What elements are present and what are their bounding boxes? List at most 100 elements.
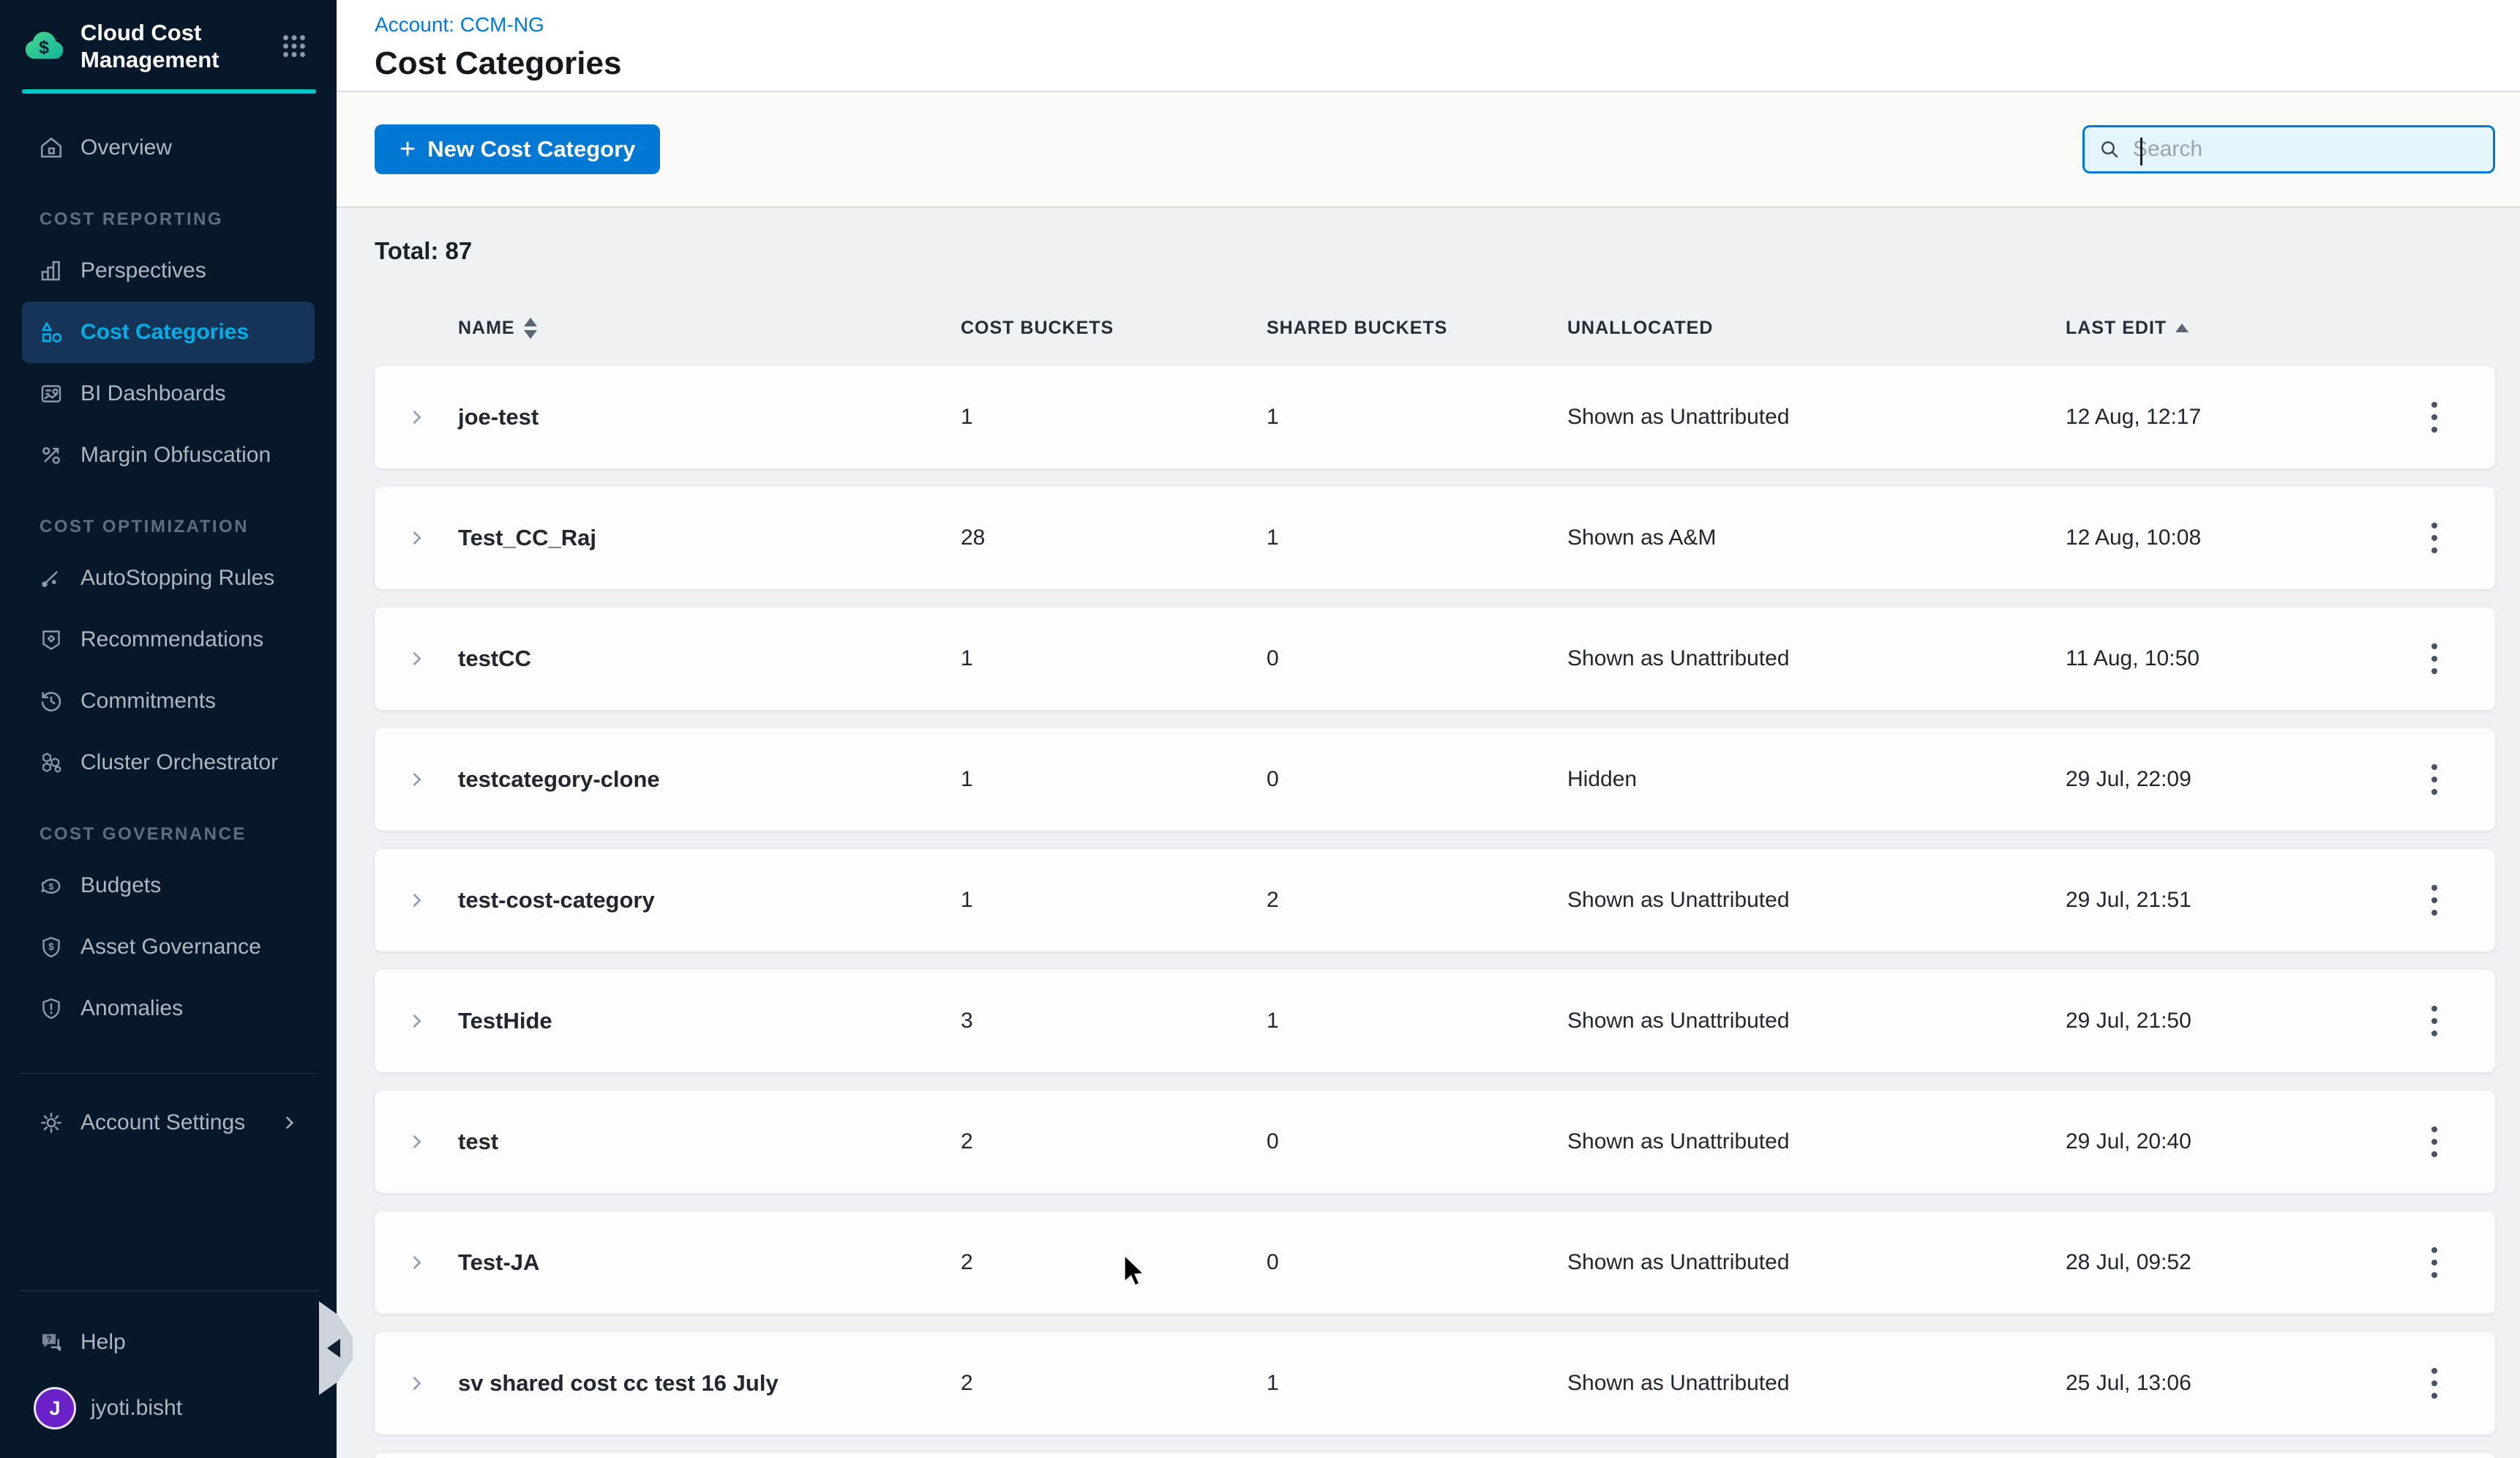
content: Total: 87 NAME COST BUCKETS SHA [337, 208, 2520, 1458]
cost-category-name: test-cost-category [458, 887, 961, 913]
row-menu-kebab-icon[interactable] [2424, 515, 2445, 561]
row-menu-kebab-icon[interactable] [2424, 998, 2445, 1044]
sidebar-item-margin-obfuscation[interactable]: Margin Obfuscation [0, 425, 337, 486]
cost-category-name: sv shared cost cc test 16 July [458, 1370, 961, 1397]
sidebar-item-budgets[interactable]: $ Budgets [0, 855, 337, 916]
page-title: Cost Categories [375, 45, 2520, 82]
column-header-last-edit[interactable]: LAST EDIT [2066, 318, 2373, 339]
sidebar-item-cost-categories[interactable]: Cost Categories [22, 302, 315, 363]
unallocated-value: Shown as A&M [1567, 526, 2066, 550]
search-box[interactable] [2082, 125, 2495, 173]
row-menu-kebab-icon[interactable] [2424, 878, 2445, 923]
column-header-label: COST BUCKETS [961, 318, 1114, 339]
chevron-right-icon[interactable] [375, 407, 458, 427]
table-row[interactable]: joe-test 1 1 Shown as Unattributed 12 Au… [375, 366, 2495, 468]
chevron-right-icon[interactable] [375, 1373, 458, 1394]
cost-categories-icon [38, 319, 64, 345]
module-title: Cloud Cost Management [80, 19, 253, 73]
chevron-right-icon[interactable] [375, 890, 458, 911]
column-header-label: SHARED BUCKETS [1267, 318, 1447, 339]
budgets-icon: $ [38, 872, 64, 899]
sidebar-item-label: BI Dashboards [80, 381, 225, 406]
sidebar-item-help[interactable]: ? Help [0, 1312, 337, 1373]
sidebar-item-cluster-orchestrator[interactable]: Cluster Orchestrator [0, 732, 337, 793]
unallocated-value: Shown as Unattributed [1567, 888, 2066, 913]
sidebar-item-bi-dashboards[interactable]: BI Dashboards [0, 363, 337, 425]
breadcrumb-account-link[interactable]: Account: CCM-NG [375, 13, 2520, 37]
chevron-right-icon[interactable] [375, 1011, 458, 1031]
sidebar-item-account-settings[interactable]: Account Settings [0, 1092, 337, 1154]
chevron-right-icon[interactable] [375, 1252, 458, 1273]
home-icon [38, 135, 64, 161]
sidebar-divider [19, 1290, 318, 1291]
commitments-icon [38, 688, 64, 714]
sidebar-item-label: AutoStopping Rules [80, 566, 274, 591]
row-menu-kebab-icon[interactable] [2424, 1240, 2445, 1285]
cost-category-name: Test-JA [458, 1249, 961, 1276]
sidebar-item-autostopping-rules[interactable]: AutoStopping Rules [0, 547, 337, 609]
search-icon [2098, 138, 2121, 161]
cost-category-name: test [458, 1129, 961, 1155]
sidebar-item-commitments[interactable]: Commitments [0, 670, 337, 732]
cost-buckets-value: 1 [961, 888, 1267, 913]
nav-section-cost-governance: COST GOVERNANCE [40, 824, 337, 845]
table-row[interactable]: Test-JA 2 0 Shown as Unattributed 28 Jul… [375, 1211, 2495, 1314]
sidebar-item-overview[interactable]: Overview [0, 117, 337, 179]
chevron-right-icon [280, 1113, 299, 1132]
row-menu-kebab-icon[interactable] [2424, 1361, 2445, 1406]
sidebar-item-asset-governance[interactable]: $ Asset Governance [0, 916, 337, 978]
total-count-label: Total: 87 [375, 237, 2495, 265]
sidebar-item-user-profile[interactable]: J jyoti.bisht [0, 1373, 337, 1443]
avatar: J [34, 1387, 76, 1429]
chevron-right-icon[interactable] [375, 1132, 458, 1152]
row-menu-kebab-icon[interactable] [2424, 757, 2445, 802]
sidebar: $ Cloud Cost Management [0, 0, 337, 1458]
sort-both-icon [524, 318, 537, 339]
new-cost-category-button[interactable]: + New Cost Category [375, 124, 660, 174]
page-header: Account: CCM-NG Cost Categories [337, 0, 2520, 92]
shared-buckets-value: 0 [1267, 1129, 1567, 1154]
shared-buckets-value: 2 [1267, 888, 1567, 913]
last-edit-value: 28 Jul, 09:52 [2066, 1250, 2373, 1275]
sidebar-item-label: Perspectives [80, 258, 206, 283]
sidebar-item-perspectives[interactable]: Perspectives [0, 240, 337, 302]
table-row[interactable]: test 2 0 Shown as Unattributed 29 Jul, 2… [375, 1091, 2495, 1193]
chevron-right-icon[interactable] [375, 528, 458, 548]
sidebar-item-label: Overview [80, 135, 172, 160]
chevron-right-icon[interactable] [375, 648, 458, 669]
table-row[interactable]: TestHide 3 1 Shown as Unattributed 29 Ju… [375, 970, 2495, 1072]
table-row[interactable]: testcategory-clone 1 0 Hidden 29 Jul, 22… [375, 728, 2495, 831]
last-edit-value: 29 Jul, 21:50 [2066, 1009, 2373, 1033]
table-row-partial[interactable] [375, 1453, 2495, 1458]
cost-buckets-value: 2 [961, 1129, 1267, 1154]
sidebar-item-label: Account Settings [80, 1110, 245, 1135]
chevron-right-icon[interactable] [375, 769, 458, 790]
row-menu-kebab-icon[interactable] [2424, 636, 2445, 681]
search-input[interactable] [2133, 137, 2480, 162]
last-edit-value: 25 Jul, 13:06 [2066, 1371, 2373, 1396]
cost-buckets-value: 1 [961, 767, 1267, 792]
cost-buckets-value: 1 [961, 646, 1267, 671]
table-row[interactable]: test-cost-category 1 2 Shown as Unattrib… [375, 849, 2495, 952]
cost-category-name: testcategory-clone [458, 766, 961, 793]
text-caret [2140, 138, 2142, 165]
module-switcher-grid-icon[interactable] [271, 23, 318, 70]
table-row[interactable]: testCC 1 0 Shown as Unattributed 11 Aug,… [375, 608, 2495, 710]
bi-dashboards-icon [38, 381, 64, 407]
shared-buckets-value: 0 [1267, 646, 1567, 671]
svg-text:$: $ [49, 881, 54, 891]
column-header-name[interactable]: NAME [458, 318, 961, 339]
sidebar-item-anomalies[interactable]: Anomalies [0, 978, 337, 1039]
sidebar-item-recommendations[interactable]: Recommendations [0, 609, 337, 670]
column-header-label: NAME [458, 318, 515, 339]
nav-section-cost-optimization: COST OPTIMIZATION [40, 517, 337, 537]
app-root: $ Cloud Cost Management [0, 0, 2520, 1458]
cloud-cost-management-logo-icon: $ [22, 23, 69, 70]
unallocated-value: Shown as Unattributed [1567, 1250, 2066, 1275]
last-edit-value: 12 Aug, 12:17 [2066, 405, 2373, 430]
row-menu-kebab-icon[interactable] [2424, 395, 2445, 440]
table-row[interactable]: sv shared cost cc test 16 July 2 1 Shown… [375, 1332, 2495, 1435]
cost-category-name: Test_CC_Raj [458, 525, 961, 551]
row-menu-kebab-icon[interactable] [2424, 1119, 2445, 1164]
table-row[interactable]: Test_CC_Raj 28 1 Shown as A&M 12 Aug, 10… [375, 487, 2495, 589]
